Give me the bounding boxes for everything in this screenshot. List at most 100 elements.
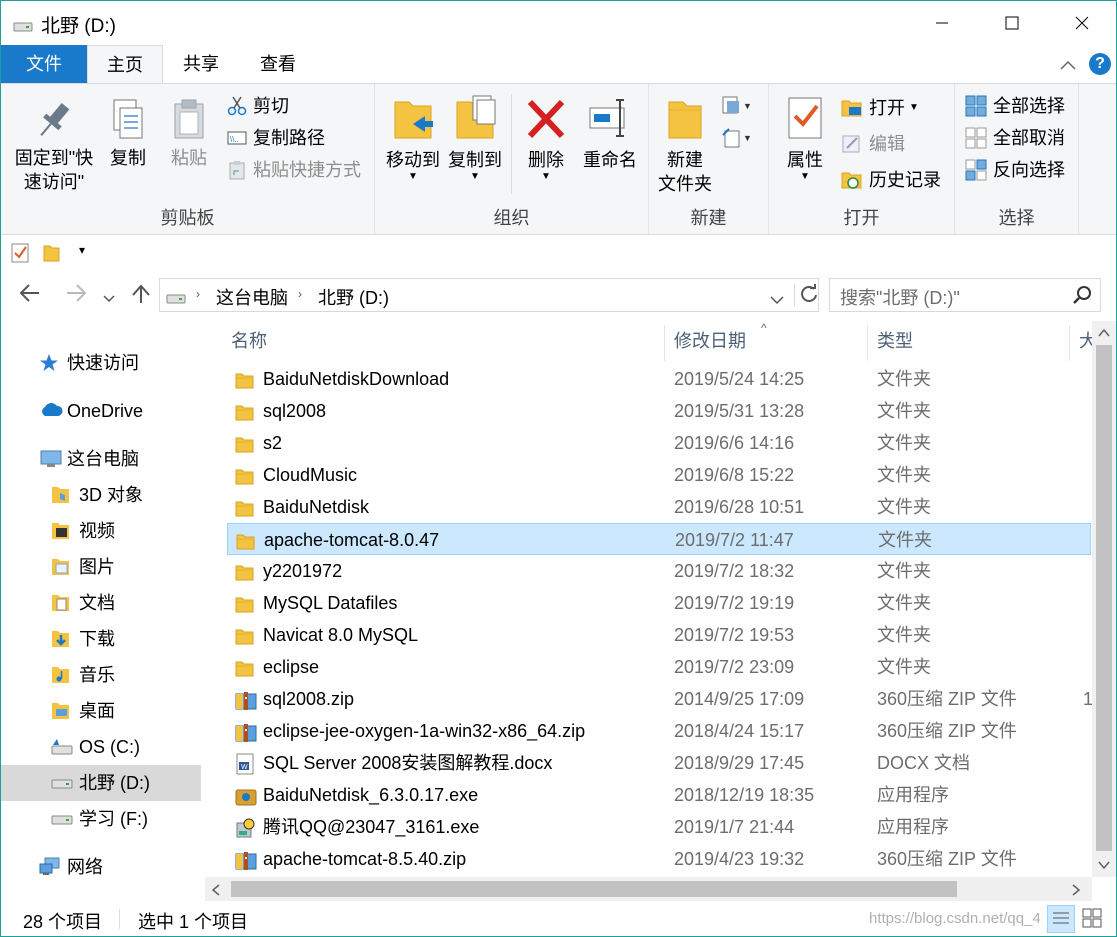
nav-drive-f[interactable]: 学习 (F:)	[1, 801, 201, 837]
nav-downloads[interactable]: 下载	[1, 621, 201, 657]
nav-drive-d[interactable]: 北野 (D:)	[1, 765, 201, 801]
select-none-button[interactable]: 全部取消	[965, 124, 1065, 152]
column-header-date[interactable]: 修改日期	[674, 321, 746, 361]
file-name[interactable]: y2201972	[263, 555, 342, 587]
back-arrow-icon[interactable]	[19, 283, 41, 309]
properties-button[interactable]: 属性 ▼	[777, 94, 833, 182]
file-name[interactable]: apache-tomcat-8.5.40.zip	[263, 843, 466, 875]
easy-access-button[interactable]: ▼	[721, 124, 757, 152]
tab-view[interactable]: 查看	[245, 45, 311, 83]
horizontal-scrollbar[interactable]	[205, 877, 1092, 901]
file-name[interactable]: SQL Server 2008安装图解教程.docx	[263, 747, 552, 779]
file-name[interactable]: BaiduNetdisk_6.3.0.17.exe	[263, 779, 478, 811]
file-name[interactable]: sql2008.zip	[263, 683, 354, 715]
file-row[interactable]: y2201972 2019/7/2 18:32 文件夹	[227, 555, 1091, 587]
file-name[interactable]: apache-tomcat-8.0.47	[264, 524, 439, 556]
nav-music[interactable]: 音乐	[1, 657, 201, 693]
file-name[interactable]: 腾讯QQ@23047_3161.exe	[263, 811, 479, 843]
new-folder-qat-icon[interactable]	[43, 243, 61, 268]
history-button[interactable]: 历史记录	[841, 166, 941, 194]
file-row[interactable]: W SQL Server 2008安装图解教程.docx 2018/9/29 17:…	[227, 747, 1091, 779]
recent-locations-chevron-icon[interactable]	[103, 287, 115, 310]
nav-quick-access[interactable]: 快速访问	[1, 345, 201, 381]
copy-to-button[interactable]: 复制到 ▼	[445, 94, 505, 182]
nav-drive-c[interactable]: OS (C:)	[1, 729, 201, 765]
column-header-type[interactable]: 类型	[877, 321, 913, 361]
file-row[interactable]: apache-tomcat-8.5.40.zip 2019/4/23 19:32 3…	[227, 843, 1091, 875]
file-row[interactable]: eclipse-jee-oxygen-1a-win32-x86_64.zip 20…	[227, 715, 1091, 747]
address-dropdown-chevron-icon[interactable]	[770, 289, 784, 310]
column-divider[interactable]	[867, 325, 868, 361]
nav-videos[interactable]: 视频	[1, 513, 201, 549]
select-all-button[interactable]: 全部选择	[965, 92, 1065, 120]
paste-button[interactable]: 粘贴	[163, 98, 215, 170]
tab-home[interactable]: 主页	[87, 45, 163, 84]
file-row[interactable]: 腾讯QQ@23047_3161.exe 2019/1/7 21:44 应用程序	[227, 811, 1091, 843]
search-box[interactable]: 搜索"北野 (D:)"	[829, 278, 1101, 312]
move-to-button[interactable]: 移动到 ▼	[383, 94, 443, 182]
file-row[interactable]: BaiduNetdisk 2019/6/28 10:51 文件夹	[227, 491, 1091, 523]
breadcrumb-separator-icon[interactable]: ›	[298, 287, 302, 301]
breadcrumb-drive-d[interactable]: 北野 (D:)	[318, 284, 389, 310]
vertical-scroll-thumb[interactable]	[1096, 345, 1112, 851]
column-header-size[interactable]: 大	[1079, 321, 1092, 361]
nav-onedrive[interactable]: OneDrive	[1, 393, 201, 429]
column-header-name[interactable]: 名称	[231, 321, 267, 361]
nav-pictures[interactable]: 图片	[1, 549, 201, 585]
file-name[interactable]: BaiduNetdisk	[263, 491, 369, 523]
nav-desktop[interactable]: 桌面	[1, 693, 201, 729]
tab-share[interactable]: 共享	[169, 45, 233, 83]
file-name[interactable]: Navicat 8.0 MySQL	[263, 619, 418, 651]
address-bar[interactable]: › 这台电脑 › 北野 (D:)	[159, 278, 819, 312]
properties-qat-icon[interactable]	[11, 243, 29, 268]
cut-button[interactable]: 剪切	[227, 92, 289, 120]
minimize-button[interactable]	[907, 1, 977, 45]
file-row[interactable]: s2 2019/6/6 14:16 文件夹	[227, 427, 1091, 459]
file-name[interactable]: eclipse	[263, 651, 319, 683]
file-row[interactable]: BaiduNetdisk_6.3.0.17.exe 2018/12/19 18:3…	[227, 779, 1091, 811]
new-folder-button[interactable]: 新建 文件夹	[655, 94, 715, 196]
edit-button[interactable]: 编辑	[841, 130, 905, 158]
large-icons-view-icon[interactable]	[1079, 905, 1107, 933]
refresh-icon[interactable]	[794, 284, 819, 306]
column-divider[interactable]	[664, 325, 665, 361]
scroll-right-arrow-icon[interactable]	[1071, 883, 1081, 899]
tab-file[interactable]: 文件	[1, 45, 87, 83]
file-name[interactable]: MySQL Datafiles	[263, 587, 397, 619]
forward-arrow-icon[interactable]	[65, 283, 87, 309]
nav-3d-objects[interactable]: 3D 对象	[1, 477, 201, 513]
close-button[interactable]	[1047, 1, 1116, 45]
customize-qat-icon[interactable]: ▾	[79, 243, 85, 257]
file-row[interactable]: BaiduNetdiskDownload 2019/5/24 14:25 文件夹	[227, 363, 1091, 395]
horizontal-scroll-thumb[interactable]	[231, 881, 957, 897]
file-row[interactable]: Navicat 8.0 MySQL 2019/7/2 19:53 文件夹	[227, 619, 1091, 651]
column-divider[interactable]	[1069, 325, 1070, 361]
scroll-down-arrow-icon[interactable]	[1098, 857, 1110, 873]
file-name[interactable]: CloudMusic	[263, 459, 357, 491]
file-row[interactable]: CloudMusic 2019/6/8 15:22 文件夹	[227, 459, 1091, 491]
file-row[interactable]: sql2008.zip 2014/9/25 17:09 360压缩 ZIP 文件 1	[227, 683, 1092, 715]
collapse-ribbon-icon[interactable]	[1059, 55, 1077, 76]
file-name[interactable]: eclipse-jee-oxygen-1a-win32-x86_64.zip	[263, 715, 585, 747]
title-bar[interactable]: 北野 (D:)	[1, 1, 1116, 45]
scroll-left-arrow-icon[interactable]	[211, 883, 221, 899]
file-row[interactable]: eclipse 2019/7/2 23:09 文件夹	[227, 651, 1091, 683]
invert-selection-button[interactable]: 反向选择	[965, 156, 1065, 184]
help-icon[interactable]: ?	[1089, 53, 1111, 75]
file-row[interactable]: apache-tomcat-8.0.47 2019/7/2 11:47 文件夹	[227, 523, 1091, 555]
file-name[interactable]: BaiduNetdiskDownload	[263, 363, 449, 395]
copy-button[interactable]: 复制	[103, 98, 153, 170]
breadcrumb-this-pc[interactable]: 这台电脑	[216, 284, 288, 310]
open-button[interactable]: 打开 ▼	[841, 94, 919, 122]
details-view-icon[interactable]	[1047, 905, 1075, 933]
new-item-button[interactable]: ▼	[721, 92, 757, 120]
vertical-scrollbar[interactable]	[1092, 321, 1116, 877]
nav-documents[interactable]: 文档	[1, 585, 201, 621]
file-row[interactable]: MySQL Datafiles 2019/7/2 19:19 文件夹	[227, 587, 1091, 619]
maximize-button[interactable]	[977, 1, 1047, 45]
scroll-up-arrow-icon[interactable]	[1098, 325, 1110, 341]
pin-quick-access-button[interactable]: 固定到"快 速访问"	[9, 98, 99, 194]
file-row[interactable]: sql2008 2019/5/31 13:28 文件夹	[227, 395, 1091, 427]
up-arrow-icon[interactable]	[131, 283, 151, 311]
breadcrumb-separator-icon[interactable]: ›	[196, 287, 200, 301]
